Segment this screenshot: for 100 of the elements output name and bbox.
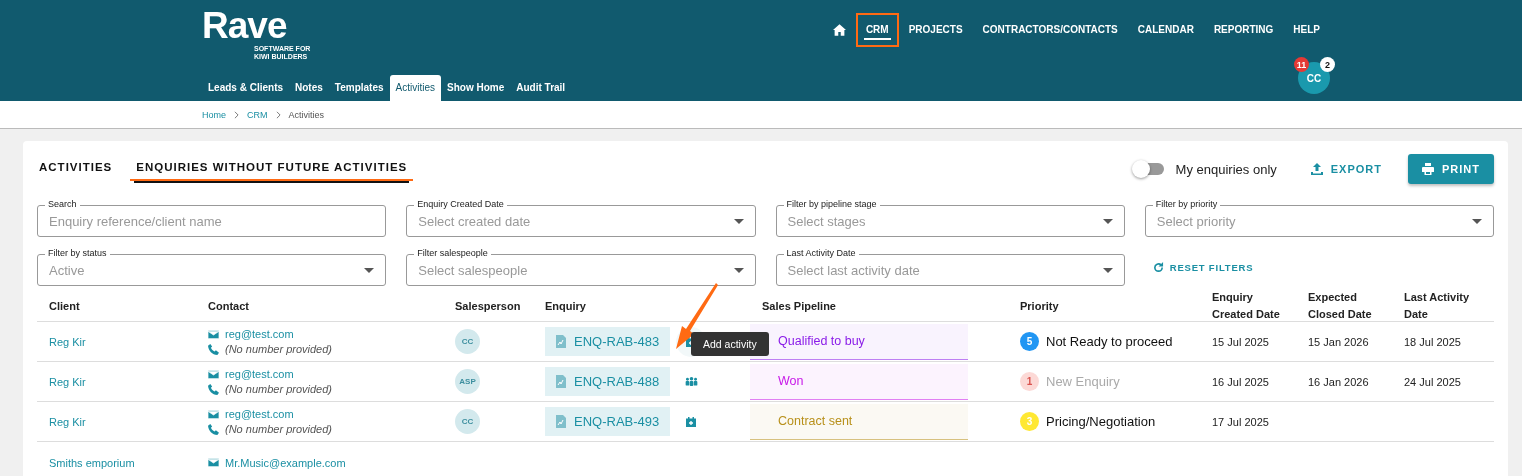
sub-tab[interactable]: Notes: [289, 75, 329, 101]
nav-link[interactable]: PROJECTS: [898, 13, 973, 47]
calendar-add-icon: [686, 416, 697, 427]
phone-icon: [208, 383, 219, 395]
document-icon: [556, 335, 566, 348]
printer-icon: [1422, 163, 1434, 175]
print-button[interactable]: PRINT: [1408, 154, 1494, 184]
field-label: Search: [45, 199, 80, 210]
caret-icon: [1472, 218, 1482, 224]
caret-icon: [364, 267, 375, 273]
document-icon: [556, 415, 566, 428]
sub-tab[interactable]: Audit Trail: [510, 75, 572, 101]
date-cell: 16 Jul 2025: [1212, 375, 1269, 388]
select-input[interactable]: Select created date: [418, 213, 728, 229]
phone-icon: [208, 343, 219, 355]
logo-wordmark[interactable]: Rave: [202, 8, 287, 44]
breadcrumb-link[interactable]: Home: [202, 109, 226, 120]
priority-label: Pricing/Negotiation: [1046, 414, 1156, 429]
chevron-icon: [234, 110, 239, 119]
select-field[interactable]: Filter by status Active: [37, 248, 387, 286]
refresh-icon: [1152, 261, 1164, 273]
column-header: Expected Closed Date: [1307, 290, 1373, 322]
field-label: Filter salespeople: [414, 248, 491, 259]
people-icon: [684, 377, 698, 386]
priority-badge: 1: [1020, 372, 1039, 391]
salesperson-avatar: ASP: [455, 369, 480, 394]
sub-tab[interactable]: Leads & Clients: [202, 75, 290, 101]
reset-filters-link[interactable]: RESET FILTERS: [1152, 261, 1254, 273]
export-button[interactable]: EXPORT: [1300, 157, 1392, 181]
date-cell: 17 Jul 2025: [1212, 415, 1269, 428]
nav-link[interactable]: CALENDAR: [1127, 13, 1204, 47]
salesperson-avatar: CC: [455, 329, 480, 354]
select-input[interactable]: Select priority: [1156, 213, 1466, 229]
select-input[interactable]: Select last activity date: [787, 262, 1097, 278]
select-field[interactable]: Filter salespeople Select salespeople: [406, 248, 756, 286]
column-header: Priority: [1019, 298, 1060, 314]
caret-icon: [733, 218, 744, 224]
email-link[interactable]: reg@test.com: [225, 408, 294, 420]
chevron-icon: [275, 110, 281, 119]
salesperson-avatar: CC: [455, 409, 480, 434]
sub-tab[interactable]: Templates: [328, 75, 390, 101]
caret-icon: [1102, 218, 1113, 224]
caret-icon: [733, 267, 744, 273]
column-header: Contact: [207, 298, 250, 314]
field-label: Filter by status: [45, 248, 110, 259]
tooltip: Add activity: [691, 332, 769, 356]
phone-icon: [208, 423, 219, 435]
select-input[interactable]: Select salespeople: [418, 262, 728, 278]
email-link[interactable]: reg@test.com: [225, 328, 294, 340]
date-cell: 16 Jan 2026: [1308, 375, 1369, 388]
select-input[interactable]: Select stages: [787, 213, 1097, 229]
column-header: Enquiry Created Date: [1211, 290, 1281, 322]
field-label: Filter by priority: [1152, 199, 1221, 210]
select-field[interactable]: Last Activity Date Select last activity date: [775, 248, 1125, 286]
column-header: Enquiry: [544, 298, 587, 314]
phone-text: (No number provided): [225, 343, 332, 355]
sub-tab[interactable]: Activities: [389, 75, 441, 101]
upload-icon: [1310, 163, 1323, 175]
column-header: Salesperson: [454, 298, 522, 314]
nav-link[interactable]: CRM: [855, 13, 899, 47]
sub-tab[interactable]: Show Home: [441, 75, 511, 101]
page-tab[interactable]: ENQUIRIES WITHOUT FUTURE ACTIVITIES: [130, 157, 414, 181]
nav-link[interactable]: CONTRACTORS/CONTACTS: [972, 13, 1128, 47]
caret-icon: [1102, 267, 1113, 273]
priority-label: Not Ready to proceed: [1046, 334, 1173, 349]
client-link[interactable]: Reg Kir: [49, 415, 86, 428]
envelope-icon: [208, 369, 219, 379]
date-cell: 24 Jul 2025: [1404, 375, 1461, 388]
email-link[interactable]: Mr.Music@example.com: [225, 456, 346, 469]
email-link[interactable]: reg@test.com: [225, 368, 294, 380]
page-tab[interactable]: ACTIVITIES: [37, 157, 115, 181]
nav-link[interactable]: HELP: [1283, 13, 1330, 47]
column-header: Client: [48, 298, 81, 314]
toggle-switch[interactable]: [1133, 163, 1164, 175]
envelope-icon: [208, 458, 219, 467]
client-link[interactable]: Reg Kir: [49, 335, 86, 348]
home-icon[interactable]: [832, 24, 846, 36]
priority-badge: 3: [1020, 412, 1039, 431]
nav-link[interactable]: REPORTING: [1203, 13, 1284, 47]
search-field[interactable]: Search Enquiry reference/client name: [37, 199, 387, 237]
client-link[interactable]: Smiths emporium: [49, 456, 135, 469]
phone-text: (No number provided): [225, 383, 332, 395]
messages-badge: 2: [1320, 57, 1335, 72]
date-cell: 18 Jul 2025: [1404, 335, 1461, 348]
breadcrumb-current[interactable]: Activities: [288, 109, 325, 120]
select-input[interactable]: Active: [49, 262, 359, 278]
phone-text: (No number provided): [225, 423, 332, 435]
search-input[interactable]: Enquiry reference/client name: [49, 213, 375, 229]
select-field[interactable]: Enquiry Created Date Select created date: [406, 199, 756, 237]
breadcrumb-link[interactable]: CRM: [247, 109, 268, 120]
priority-badge: 5: [1020, 332, 1039, 351]
field-label: Filter by pipeline stage: [783, 199, 880, 210]
priority-label: New Enquiry: [1046, 374, 1120, 389]
column-header: Last Activity Date: [1403, 290, 1470, 322]
date-cell: 15 Jul 2025: [1212, 335, 1269, 348]
select-field[interactable]: Filter by pipeline stage Select stages: [775, 199, 1125, 237]
envelope-icon: [208, 409, 219, 419]
select-field[interactable]: Filter by priority Select priority: [1144, 199, 1494, 237]
envelope-icon: [208, 329, 219, 339]
client-link[interactable]: Reg Kir: [49, 375, 86, 388]
